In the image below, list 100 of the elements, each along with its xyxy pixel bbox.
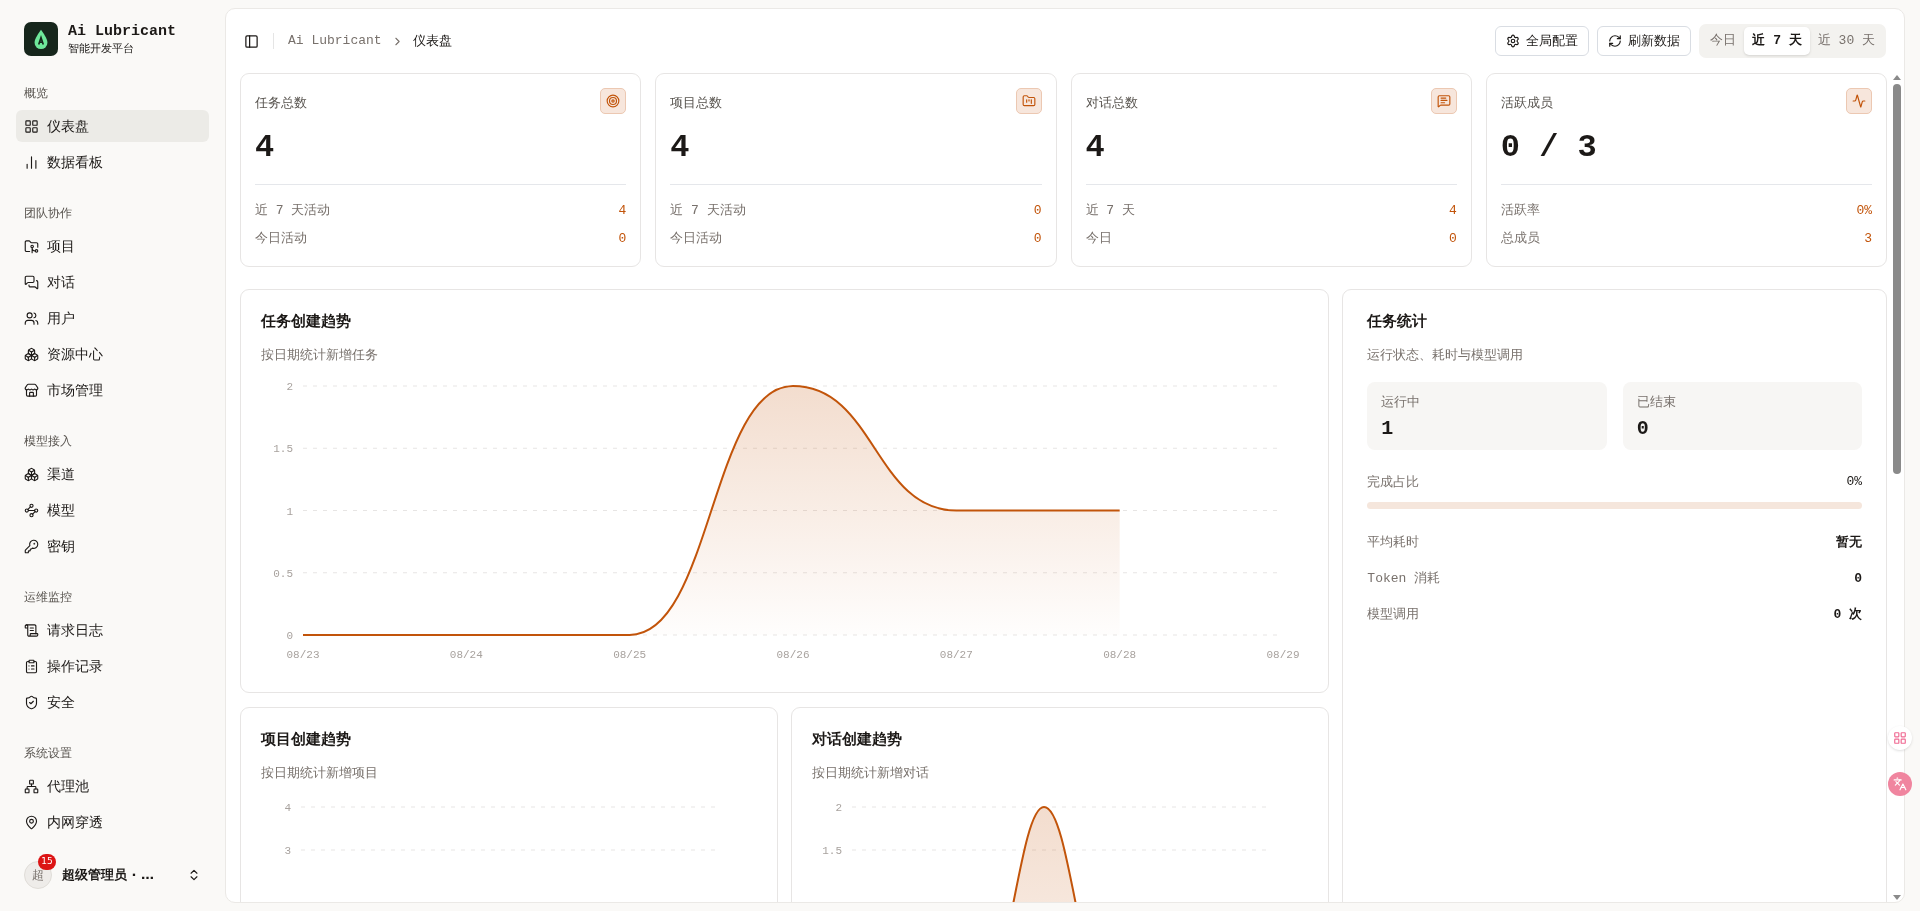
scroll-down-icon[interactable] bbox=[1893, 895, 1901, 900]
scroll-up-icon[interactable] bbox=[1893, 75, 1901, 80]
nav-item[interactable]: 用户 bbox=[16, 302, 209, 334]
axis-tick-label: 1 bbox=[286, 505, 293, 518]
translate-float-button[interactable] bbox=[1888, 772, 1912, 796]
stat-row-value: 4 bbox=[618, 202, 627, 221]
section-label: 概览 bbox=[23, 85, 49, 103]
refresh-icon bbox=[1608, 34, 1623, 48]
card-title: 任务统计 bbox=[1367, 311, 1429, 332]
range-tab[interactable]: 近 30 天 bbox=[1809, 27, 1883, 55]
folder-icon bbox=[24, 238, 39, 254]
axis-tick-label: 08/26 bbox=[776, 649, 810, 661]
nav-item[interactable]: 密钥 bbox=[16, 530, 209, 562]
nav-item[interactable]: 代理池 bbox=[16, 770, 209, 802]
section-label: 系统设置 bbox=[23, 745, 73, 763]
nav-item[interactable]: 数据看板 bbox=[16, 146, 209, 178]
grid-icon bbox=[1893, 731, 1907, 745]
stat-row-label: 总成员 bbox=[1500, 230, 1540, 249]
stat-title: 对话总数 bbox=[1085, 94, 1138, 112]
section-label: 运维监控 bbox=[23, 589, 73, 607]
stat-value: 4 bbox=[1085, 128, 1106, 168]
axis-tick-label: 3 bbox=[284, 845, 291, 857]
nav-item[interactable]: 操作记录 bbox=[16, 650, 209, 682]
stat-row-label: 今日活动 bbox=[255, 230, 307, 249]
axis-tick-label: 0.5 bbox=[273, 567, 293, 580]
boxes-icon bbox=[24, 466, 39, 482]
stat-row-value: 0 bbox=[1448, 230, 1457, 249]
stat-value: 4 bbox=[255, 128, 276, 168]
nav-item[interactable]: 项目 bbox=[16, 230, 209, 262]
stat-row-value: 3 bbox=[1864, 230, 1872, 249]
folder-icon bbox=[1021, 94, 1036, 108]
stat-row-label: 近 7 天 bbox=[1085, 202, 1135, 221]
axis-tick-label: 0 bbox=[286, 630, 293, 642]
notification-badge: 15 bbox=[38, 854, 56, 870]
axis-tick-label: 08/28 bbox=[1103, 649, 1137, 661]
card-title: 任务创建趋势 bbox=[261, 311, 352, 332]
nav-item[interactable]: 安全 bbox=[16, 686, 209, 718]
user-name: 超级管理员 · … bbox=[62, 866, 154, 885]
metric-label: Token 消耗 bbox=[1367, 569, 1441, 588]
stat-row-label: 近 7 天活动 bbox=[670, 202, 746, 221]
target-icon bbox=[606, 94, 621, 108]
nav-item[interactable]: 仪表盘 bbox=[16, 110, 209, 142]
section-label: 模型接入 bbox=[23, 433, 73, 451]
brand-subtitle: 智能开发平台 bbox=[68, 40, 135, 56]
axis-tick-label: 2 bbox=[835, 802, 843, 814]
nav-item[interactable]: 内网穿透 bbox=[16, 806, 209, 838]
metric-label: 平均耗时 bbox=[1367, 533, 1420, 552]
stat-title: 项目总数 bbox=[670, 94, 723, 112]
chat-icon bbox=[24, 274, 39, 290]
axis-tick-label: 2 bbox=[286, 381, 293, 393]
metric-value: 0 次 bbox=[1833, 605, 1862, 624]
store-icon bbox=[24, 382, 39, 398]
tile-label: 运行中 bbox=[1381, 393, 1422, 411]
nav-item[interactable]: 对话 bbox=[16, 266, 209, 298]
range-tab[interactable]: 近 7 天 bbox=[1744, 27, 1810, 55]
nav-item[interactable]: 市场管理 bbox=[16, 374, 209, 406]
axis-tick-label: 1.5 bbox=[273, 443, 293, 456]
stat-row-value: 4 bbox=[1448, 202, 1457, 221]
nav-item[interactable]: 请求日志 bbox=[16, 614, 209, 646]
axis-tick-label: 4 bbox=[284, 802, 291, 814]
stat-title: 活跃成员 bbox=[1500, 94, 1553, 112]
tile-label: 已结束 bbox=[1636, 393, 1677, 411]
refresh-button[interactable]: 刷新数据 bbox=[1597, 26, 1692, 56]
translate-icon bbox=[1893, 777, 1907, 791]
section-label: 团队协作 bbox=[23, 205, 73, 223]
shield-icon bbox=[24, 694, 39, 710]
card-title: 项目创建趋势 bbox=[261, 729, 352, 750]
card-subtitle: 按日期统计新增任务 bbox=[261, 345, 379, 364]
metric-label: 模型调用 bbox=[1367, 605, 1420, 624]
axis-tick-label: 08/24 bbox=[449, 649, 483, 661]
stat-row-value: 0 bbox=[1033, 230, 1042, 249]
nav-item[interactable]: 资源中心 bbox=[16, 338, 209, 370]
logo-icon bbox=[24, 22, 58, 56]
bar-chart-icon bbox=[24, 154, 39, 170]
network-icon bbox=[24, 778, 39, 794]
tile-value: 1 bbox=[1381, 415, 1395, 442]
apps-float-button[interactable] bbox=[1888, 726, 1912, 750]
pin-icon bbox=[24, 814, 39, 830]
stat-title: 任务总数 bbox=[255, 94, 307, 112]
settings-button[interactable]: 全局配置 bbox=[1495, 26, 1590, 56]
metric-value: 0 bbox=[1854, 569, 1862, 588]
axis-tick-label: 1.5 bbox=[822, 845, 843, 857]
nav-item[interactable]: 渠道 bbox=[16, 458, 209, 490]
grid-icon bbox=[24, 118, 39, 134]
nav-item[interactable]: 模型 bbox=[16, 494, 209, 526]
stat-value: 4 bbox=[670, 128, 691, 168]
axis-tick-label: 08/23 bbox=[286, 649, 320, 661]
range-tab[interactable]: 今日 bbox=[1702, 27, 1745, 55]
clipboard-icon bbox=[24, 658, 39, 674]
sidebar-toggle-icon[interactable] bbox=[244, 33, 259, 49]
card-title: 对话创建趋势 bbox=[812, 729, 904, 750]
scroll-icon bbox=[24, 622, 39, 638]
pulse-icon bbox=[1852, 94, 1866, 108]
scroll-thumb[interactable] bbox=[1893, 84, 1901, 474]
breadcrumb-link[interactable]: Ai Lubricant bbox=[288, 31, 382, 51]
settings-icon bbox=[1506, 34, 1521, 48]
breadcrumb-current: 仪表盘 bbox=[412, 32, 452, 51]
progress-value: 0% bbox=[1846, 473, 1862, 491]
nodes-icon bbox=[24, 502, 39, 518]
progress-label: 完成占比 bbox=[1367, 473, 1420, 491]
